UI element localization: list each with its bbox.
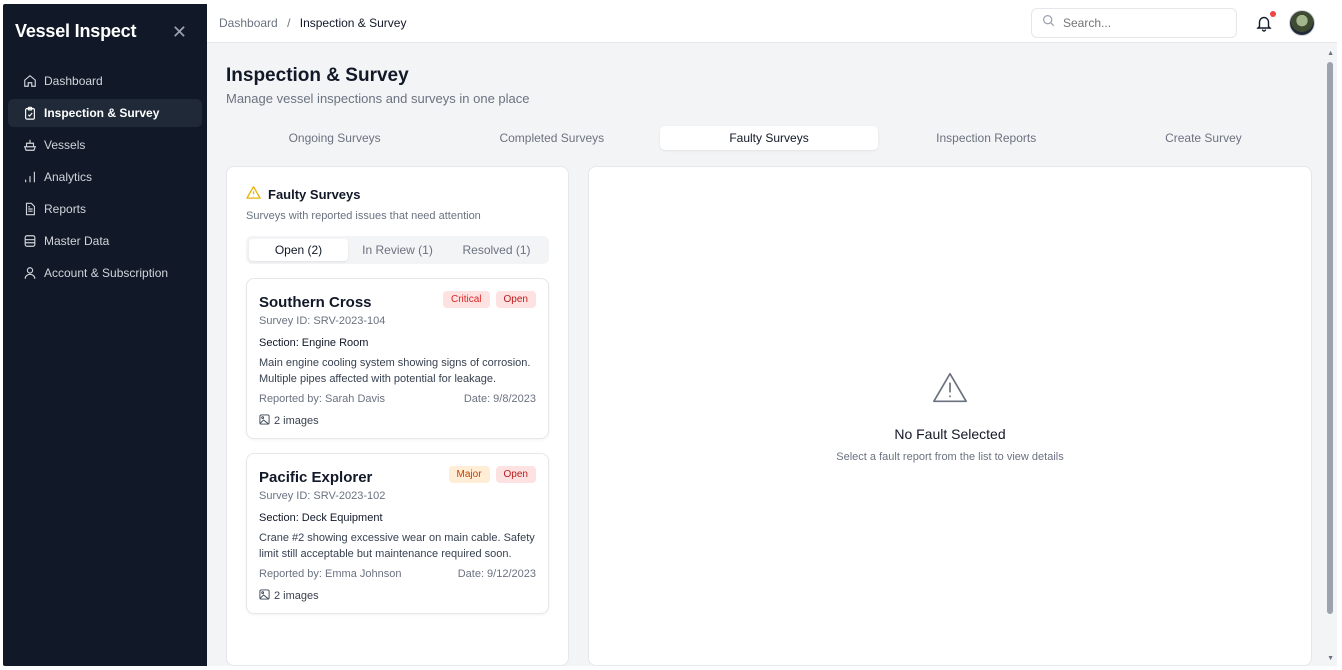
fault-description: Crane #2 showing excessive wear on main …	[259, 532, 535, 560]
faulty-surveys-heading: Faulty Surveys	[246, 185, 549, 203]
subtab-resolved[interactable]: Resolved (1)	[447, 239, 546, 261]
database-icon	[23, 234, 37, 248]
section-label: Section: Engine Room	[259, 337, 369, 349]
subtab-open[interactable]: Open (2)	[249, 239, 348, 261]
close-icon[interactable]: ✕	[172, 23, 187, 41]
image-count: 2 images	[259, 589, 536, 603]
app-window: Vessel Inspect ✕ Dashboard Inspection & …	[3, 4, 1337, 666]
sidebar-item-reports[interactable]: Reports	[8, 195, 202, 223]
breadcrumb: Dashboard / Inspection & Survey	[219, 16, 1031, 30]
notification-button[interactable]	[1255, 11, 1276, 32]
file-text-icon	[23, 202, 37, 216]
survey-id: Survey ID: SRV-2023-104	[259, 315, 386, 327]
image-icon	[259, 414, 274, 428]
sidebar-item-label: Dashboard	[44, 74, 103, 88]
survey-tabs: Ongoing Surveys Completed Surveys Faulty…	[226, 126, 1312, 150]
reported-by: Reported by: Sarah Davis	[259, 393, 385, 405]
sidebar-item-inspection-survey[interactable]: Inspection & Survey	[8, 99, 202, 127]
bell-icon	[1255, 16, 1273, 36]
avatar[interactable]	[1289, 10, 1315, 36]
search-icon	[1042, 14, 1063, 32]
sidebar-item-label: Reports	[44, 202, 87, 216]
vessel-name: Southern Cross	[259, 294, 372, 311]
status-filter-tabs: Open (2) In Review (1) Resolved (1)	[246, 236, 549, 264]
sidebar: Vessel Inspect ✕ Dashboard Inspection & …	[3, 4, 207, 666]
breadcrumb-current: Inspection & Survey	[299, 16, 407, 30]
app-title: Vessel Inspect	[15, 21, 137, 41]
vertical-scrollbar[interactable]: ▲ ▼	[1323, 46, 1337, 666]
fault-card-header: Southern Cross Critical Open	[259, 291, 536, 311]
user-icon	[23, 266, 37, 280]
sidebar-item-account-subscription[interactable]: Account & Subscription	[8, 259, 202, 287]
warning-icon	[246, 185, 268, 203]
fault-card-header: Pacific Explorer Major Open	[259, 466, 536, 486]
vessel-name: Pacific Explorer	[259, 469, 373, 486]
ship-icon	[23, 138, 37, 152]
clipboard-icon	[23, 106, 37, 120]
sidebar-item-analytics[interactable]: Analytics	[8, 163, 202, 191]
fault-meta: Reported by: Emma Johnson Date: 9/12/202…	[259, 568, 536, 580]
breadcrumb-separator: /	[287, 16, 291, 30]
badges: Major Open	[448, 466, 536, 483]
page-content: Inspection & Survey Manage vessel inspec…	[207, 43, 1337, 666]
bar-chart-icon	[23, 170, 37, 184]
sidebar-item-vessels[interactable]: Vessels	[8, 131, 202, 159]
page-title: Inspection & Survey	[226, 65, 409, 86]
tab-completed-surveys[interactable]: Completed Surveys	[443, 126, 660, 150]
top-bar: Dashboard / Inspection & Survey	[207, 4, 1337, 43]
fault-detail-panel: No Fault Selected Select a fault report …	[588, 166, 1312, 666]
faulty-surveys-title: Faulty Surveys	[268, 186, 361, 202]
sidebar-item-label: Analytics	[44, 170, 93, 184]
tab-create-survey[interactable]: Create Survey	[1095, 126, 1312, 150]
main-area: Dashboard / Inspection & Survey Inspecti…	[207, 4, 1337, 666]
fault-card[interactable]: Southern Cross Critical Open Survey ID: …	[246, 278, 549, 439]
search-input[interactable]	[1063, 16, 1213, 30]
sidebar-item-label: Master Data	[44, 234, 110, 248]
severity-badge: Major	[448, 466, 490, 483]
reported-by: Reported by: Emma Johnson	[259, 568, 402, 580]
sidebar-item-master-data[interactable]: Master Data	[8, 227, 202, 255]
tab-faulty-surveys[interactable]: Faulty Surveys	[660, 126, 878, 150]
search-box[interactable]	[1031, 8, 1237, 38]
scroll-up-arrow-icon[interactable]: ▲	[1327, 50, 1334, 57]
image-count-label: 2 images	[274, 590, 319, 602]
empty-state-title: No Fault Selected	[894, 426, 1006, 442]
tab-inspection-reports[interactable]: Inspection Reports	[878, 126, 1095, 150]
tab-ongoing-surveys[interactable]: Ongoing Surveys	[226, 126, 443, 150]
image-count: 2 images	[259, 414, 536, 428]
report-date: Date: 9/12/2023	[457, 568, 536, 580]
subtab-in-review[interactable]: In Review (1)	[348, 239, 447, 261]
sidebar-header: Vessel Inspect ✕	[3, 4, 207, 59]
faulty-surveys-panel: Faulty Surveys Surveys with reported iss…	[226, 166, 569, 666]
empty-state-subtitle: Select a fault report from the list to v…	[836, 451, 1064, 463]
scroll-down-arrow-icon[interactable]: ▼	[1327, 655, 1334, 662]
home-icon	[23, 74, 37, 88]
page-subtitle: Manage vessel inspections and surveys in…	[226, 91, 530, 106]
fault-description: Main engine cooling system showing signs…	[259, 357, 531, 385]
sidebar-item-label: Vessels	[44, 138, 86, 152]
notification-dot	[1270, 11, 1276, 17]
image-icon	[259, 589, 274, 603]
survey-id: Survey ID: SRV-2023-102	[259, 490, 386, 502]
severity-badge: Critical	[442, 291, 490, 308]
sidebar-item-dashboard[interactable]: Dashboard	[8, 67, 202, 95]
faulty-surveys-subtitle: Surveys with reported issues that need a…	[246, 210, 481, 222]
status-badge: Open	[495, 466, 536, 483]
breadcrumb-dashboard-link[interactable]: Dashboard	[219, 16, 278, 30]
badges: Critical Open	[442, 291, 536, 308]
fault-card[interactable]: Pacific Explorer Major Open Survey ID: S…	[246, 453, 549, 614]
scroll-thumb[interactable]	[1327, 62, 1333, 614]
report-date: Date: 9/8/2023	[463, 393, 536, 405]
sidebar-item-label: Account & Subscription	[44, 266, 169, 280]
sidebar-item-label: Inspection & Survey	[44, 106, 160, 120]
fault-meta: Reported by: Sarah Davis Date: 9/8/2023	[259, 393, 536, 405]
sidebar-nav: Dashboard Inspection & Survey Vessels An…	[3, 59, 207, 299]
panels: Faulty Surveys Surveys with reported iss…	[226, 166, 1312, 666]
section-label: Section: Deck Equipment	[259, 512, 383, 524]
warning-icon	[931, 369, 969, 412]
image-count-label: 2 images	[274, 415, 319, 427]
status-badge: Open	[495, 291, 536, 308]
